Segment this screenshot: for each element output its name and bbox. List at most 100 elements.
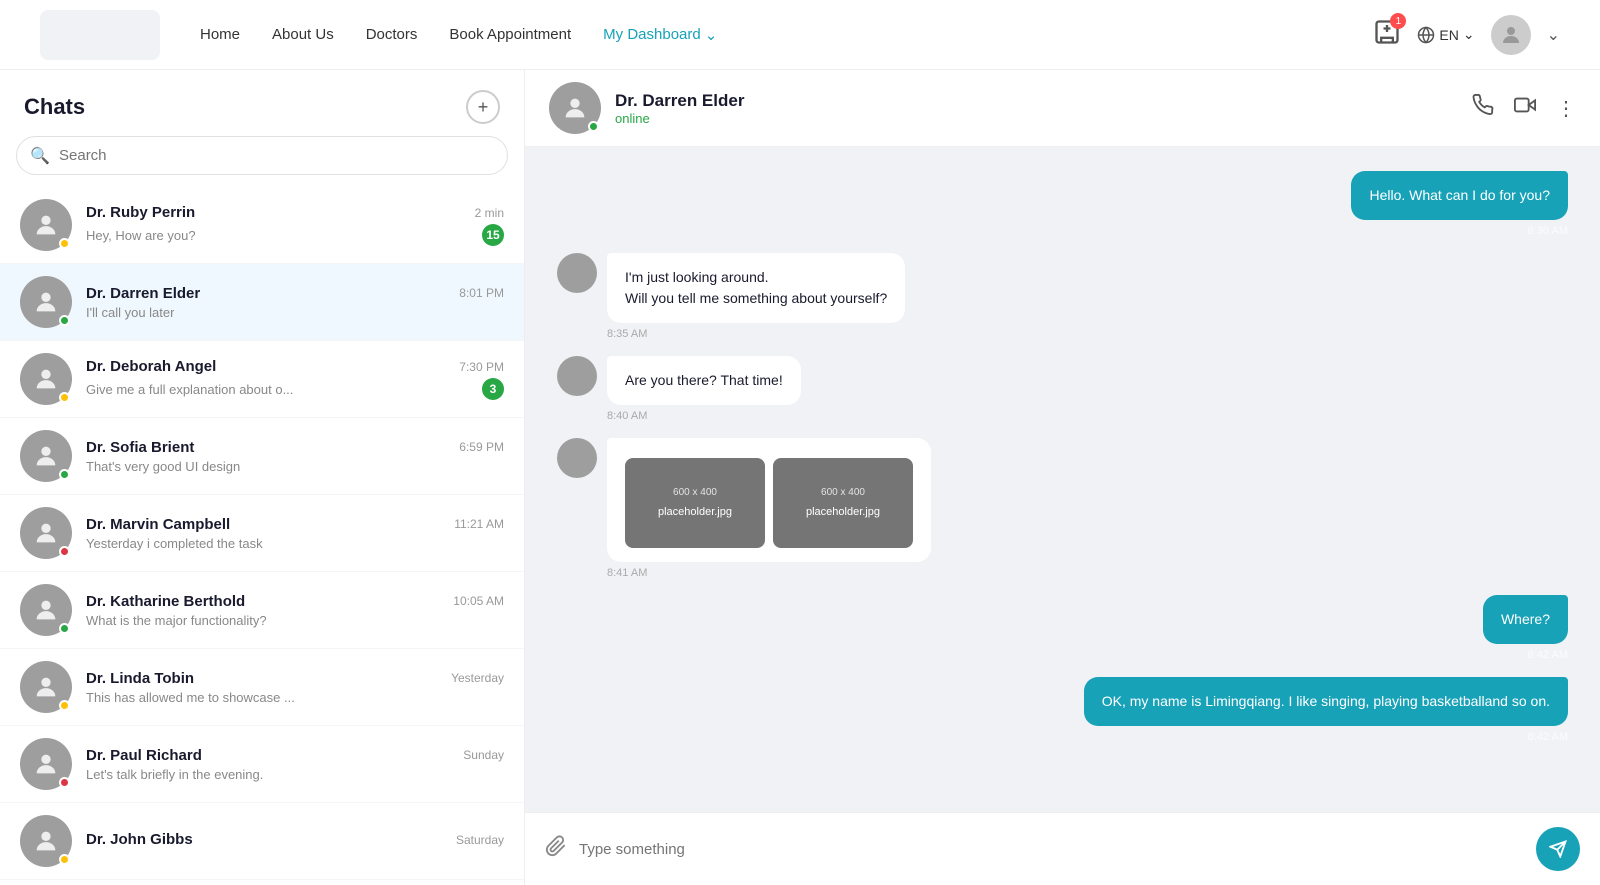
chat-list-item[interactable]: Dr. Linda Tobin Yesterday This has allow… bbox=[0, 649, 524, 726]
message-bubble: Where? bbox=[1483, 595, 1568, 644]
nav-doctors[interactable]: Doctors bbox=[366, 26, 418, 44]
add-chat-button[interactable]: + bbox=[466, 90, 500, 124]
avatar bbox=[20, 276, 72, 328]
video-icon[interactable] bbox=[1514, 94, 1536, 122]
chat-header-actions: ⋮ bbox=[1472, 94, 1576, 122]
chat-preview-row: Give me a full explanation about o... 3 bbox=[86, 378, 504, 400]
chat-list-item[interactable]: Dr. John Gibbs Saturday bbox=[0, 803, 524, 880]
message-bubble: Are you there? That time! bbox=[607, 356, 801, 405]
chat-list-item[interactable]: Dr. Marvin Campbell 11:21 AM Yesterday i… bbox=[0, 495, 524, 572]
unread-badge: 15 bbox=[482, 224, 504, 246]
message-bubble: OK, my name is Limingqiang. I like singi… bbox=[1084, 677, 1568, 726]
chat-name: Dr. Ruby Perrin bbox=[86, 204, 195, 221]
chat-name-row: Dr. Ruby Perrin 2 min bbox=[86, 204, 504, 221]
chat-info: Dr. Sofia Brient 6:59 PM That's very goo… bbox=[86, 439, 504, 474]
message-input[interactable] bbox=[579, 841, 1524, 858]
message-bubble: Hello. What can I do for you? bbox=[1351, 171, 1568, 220]
search-input[interactable] bbox=[16, 136, 508, 175]
message-time: 8:40 AM bbox=[607, 410, 801, 422]
logo[interactable] bbox=[40, 10, 160, 60]
chat-preview: Yesterday i completed the task bbox=[86, 536, 263, 551]
chat-info: Dr. Paul Richard Sunday Let's talk brief… bbox=[86, 747, 504, 782]
more-options-icon[interactable]: ⋮ bbox=[1556, 96, 1576, 121]
status-dot bbox=[59, 700, 70, 711]
message-row: Are you there? That time! 8:40 AM bbox=[557, 356, 1568, 422]
phone-icon[interactable] bbox=[1472, 94, 1494, 122]
message-time: 8:35 AM bbox=[607, 328, 905, 340]
chat-list-item[interactable]: Dr. Sofia Brient 6:59 PM That's very goo… bbox=[0, 418, 524, 495]
image-attachment[interactable]: 600 x 400 placeholder.jpg bbox=[625, 458, 765, 548]
chat-list-item[interactable]: Dr. Ruby Perrin 2 min Hey, How are you? … bbox=[0, 187, 524, 264]
status-dot bbox=[59, 392, 70, 403]
chat-name-row: Dr. Sofia Brient 6:59 PM bbox=[86, 439, 504, 456]
chat-preview-row: What is the major functionality? bbox=[86, 613, 504, 628]
chat-header-info: Dr. Darren Elder online bbox=[615, 91, 1472, 126]
chat-name-row: Dr. John Gibbs Saturday bbox=[86, 831, 504, 848]
chat-name-row: Dr. Marvin Campbell 11:21 AM bbox=[86, 516, 504, 533]
chat-info: Dr. Linda Tobin Yesterday This has allow… bbox=[86, 670, 504, 705]
chat-name: Dr. Deborah Angel bbox=[86, 358, 216, 375]
chat-name: Dr. Marvin Campbell bbox=[86, 516, 230, 533]
chat-preview: Hey, How are you? bbox=[86, 228, 196, 243]
chat-list-item[interactable]: Dr. Katharine Berthold 10:05 AM What is … bbox=[0, 572, 524, 649]
status-indicator bbox=[588, 121, 599, 132]
search-icon: 🔍 bbox=[30, 146, 50, 166]
chevron-down-icon: ⌄ bbox=[705, 26, 718, 44]
chat-preview: Give me a full explanation about o... bbox=[86, 382, 293, 397]
chat-name: Dr. John Gibbs bbox=[86, 831, 193, 848]
sidebar-title: Chats bbox=[24, 94, 85, 120]
chat-input-area bbox=[525, 812, 1600, 885]
message-bubble: 600 x 400 placeholder.jpg 600 x 400 plac… bbox=[607, 438, 931, 562]
attach-icon[interactable] bbox=[545, 835, 567, 863]
msg-avatar bbox=[557, 438, 597, 478]
chevron-down-icon: ⌄ bbox=[1463, 26, 1475, 43]
chat-name-row: Dr. Deborah Angel 7:30 PM bbox=[86, 358, 504, 375]
message-time: 8:30 AM bbox=[1351, 225, 1568, 237]
avatar bbox=[20, 584, 72, 636]
chat-preview-row: Let's talk briefly in the evening. bbox=[86, 767, 504, 782]
chat-preview-row: I'll call you later bbox=[86, 305, 504, 320]
search-box: 🔍 bbox=[16, 136, 508, 175]
avatar bbox=[20, 353, 72, 405]
sidebar-header: Chats + bbox=[0, 70, 524, 136]
navbar: Home About Us Doctors Book Appointment M… bbox=[0, 0, 1600, 70]
chat-sidebar: Chats + 🔍 Dr. Ruby Perrin 2 min Hey, How… bbox=[0, 70, 525, 885]
chat-name-row: Dr. Darren Elder 8:01 PM bbox=[86, 285, 504, 302]
send-button[interactable] bbox=[1536, 827, 1580, 871]
avatar bbox=[20, 815, 72, 867]
chat-contact-status: online bbox=[615, 111, 1472, 126]
avatar bbox=[20, 430, 72, 482]
main-container: Chats + 🔍 Dr. Ruby Perrin 2 min Hey, How… bbox=[0, 70, 1600, 885]
unread-badge: 3 bbox=[482, 378, 504, 400]
chat-info: Dr. Marvin Campbell 11:21 AM Yesterday i… bbox=[86, 516, 504, 551]
user-avatar[interactable] bbox=[1491, 15, 1531, 55]
message-row: 600 x 400 placeholder.jpg 600 x 400 plac… bbox=[557, 438, 1568, 579]
hospital-icon[interactable]: 1 bbox=[1373, 18, 1401, 51]
avatar bbox=[20, 661, 72, 713]
image-attachment[interactable]: 600 x 400 placeholder.jpg bbox=[773, 458, 913, 548]
nav-book[interactable]: Book Appointment bbox=[449, 26, 571, 44]
chat-preview: Let's talk briefly in the evening. bbox=[86, 767, 263, 782]
chat-preview: That's very good UI design bbox=[86, 459, 240, 474]
nav-home[interactable]: Home bbox=[200, 26, 240, 44]
chat-list-item[interactable]: Dr. Deborah Angel 7:30 PM Give me a full… bbox=[0, 341, 524, 418]
avatar bbox=[20, 199, 72, 251]
chat-list-item[interactable]: Dr. Darren Elder 8:01 PM I'll call you l… bbox=[0, 264, 524, 341]
chat-info: Dr. Darren Elder 8:01 PM I'll call you l… bbox=[86, 285, 504, 320]
chat-window: Dr. Darren Elder online ⋮ Hello. What ca… bbox=[525, 70, 1600, 885]
nav-right: 1 EN ⌄ ⌄ bbox=[1373, 15, 1560, 55]
chat-info: Dr. Katharine Berthold 10:05 AM What is … bbox=[86, 593, 504, 628]
chat-name: Dr. Sofia Brient bbox=[86, 439, 194, 456]
message-row: OK, my name is Limingqiang. I like singi… bbox=[557, 677, 1568, 743]
language-selector[interactable]: EN ⌄ bbox=[1417, 26, 1474, 44]
chat-header: Dr. Darren Elder online ⋮ bbox=[525, 70, 1600, 147]
message-row: Hello. What can I do for you? 8:30 AM bbox=[557, 171, 1568, 237]
chat-name: Dr. Katharine Berthold bbox=[86, 593, 245, 610]
nav-about[interactable]: About Us bbox=[272, 26, 334, 44]
nav-dashboard[interactable]: My Dashboard ⌄ bbox=[603, 26, 717, 44]
status-dot bbox=[59, 546, 70, 557]
status-dot bbox=[59, 469, 70, 480]
message-time: 8:41 AM bbox=[607, 567, 931, 579]
chat-list-item[interactable]: Dr. Paul Richard Sunday Let's talk brief… bbox=[0, 726, 524, 803]
avatar bbox=[20, 738, 72, 790]
